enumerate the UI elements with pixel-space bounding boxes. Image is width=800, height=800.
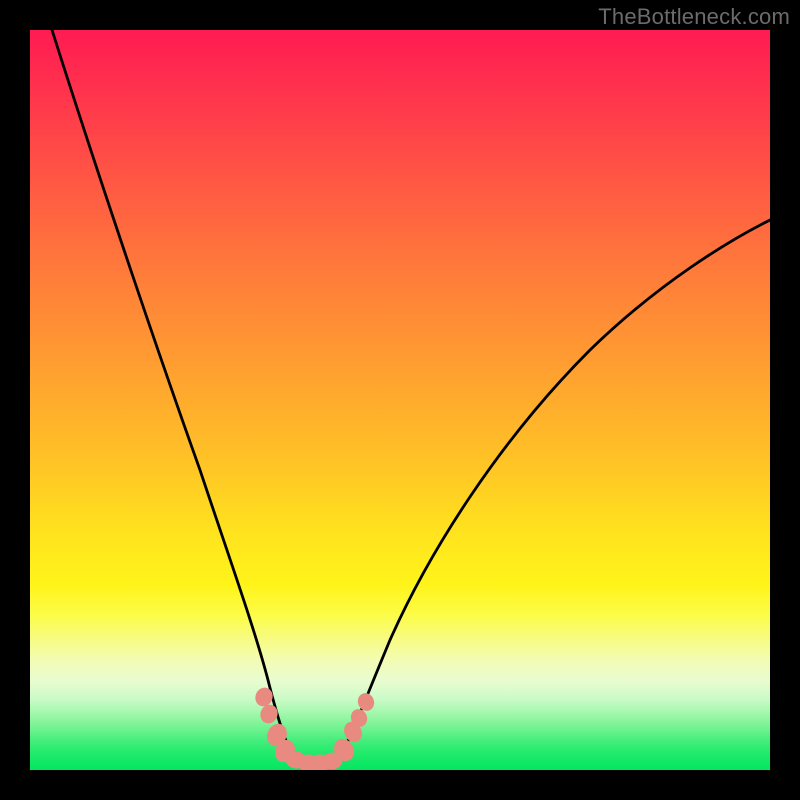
- curve-left: [52, 30, 293, 756]
- chart-plot-area: [30, 30, 770, 770]
- curve-right: [340, 220, 770, 756]
- chart-frame: TheBottleneck.com: [0, 0, 800, 800]
- chart-svg: [30, 30, 770, 770]
- watermark-text: TheBottleneck.com: [598, 4, 790, 30]
- datapoints-salmon: [253, 686, 376, 770]
